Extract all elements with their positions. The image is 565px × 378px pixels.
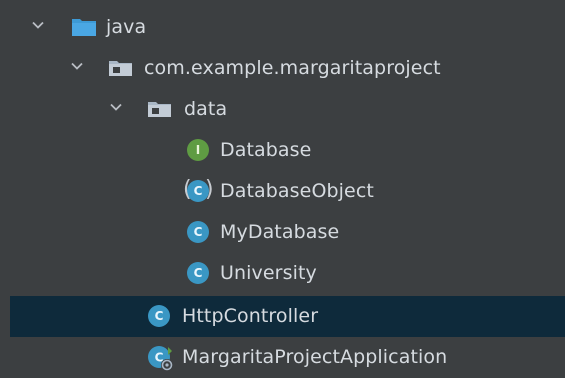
interface-icon: I bbox=[186, 138, 210, 162]
package-icon bbox=[147, 97, 171, 121]
tree-item-package-data[interactable]: data bbox=[10, 89, 565, 130]
tree-item-margaritaprojectapplication[interactable]: C MargaritaProjectApplication bbox=[10, 337, 565, 378]
tree-item-databaseobject[interactable]: C ( ) DatabaseObject bbox=[10, 171, 565, 212]
tree-item-label: MyDatabase bbox=[220, 221, 340, 243]
spring-application-class-icon: C bbox=[147, 345, 173, 371]
class-icon: C bbox=[147, 304, 171, 328]
chevron-down-icon[interactable] bbox=[32, 19, 44, 31]
class-icon: C bbox=[186, 220, 210, 244]
tree-item-label: data bbox=[184, 98, 228, 120]
tree-item-label: com.example.margaritaproject bbox=[144, 57, 441, 79]
tree-item-java[interactable]: java bbox=[10, 7, 565, 48]
tree-item-package-margaritaproject[interactable]: com.example.margaritaproject bbox=[10, 48, 565, 89]
abstract-class-icon: C ( ) bbox=[183, 177, 214, 202]
class-icon: C bbox=[186, 261, 210, 285]
chevron-down-icon[interactable] bbox=[71, 60, 83, 72]
tree-item-label: Database bbox=[220, 139, 312, 161]
project-tree: java com.example.margaritaproject data I… bbox=[0, 0, 565, 378]
tree-item-label: DatabaseObject bbox=[220, 180, 374, 202]
tree-item-label: HttpController bbox=[182, 305, 319, 327]
tree-item-mydatabase[interactable]: C MyDatabase bbox=[10, 212, 565, 253]
folder-icon bbox=[71, 15, 96, 39]
tree-item-httpcontroller[interactable]: C HttpController bbox=[10, 296, 565, 337]
tree-item-database[interactable]: I Database bbox=[10, 130, 565, 171]
tree-item-label: University bbox=[220, 262, 317, 284]
package-icon bbox=[108, 56, 132, 80]
tree-item-university[interactable]: C University bbox=[10, 253, 565, 294]
tree-item-label: java bbox=[106, 16, 147, 38]
tree-item-label: MargaritaProjectApplication bbox=[182, 346, 448, 368]
chevron-down-icon[interactable] bbox=[110, 101, 122, 113]
